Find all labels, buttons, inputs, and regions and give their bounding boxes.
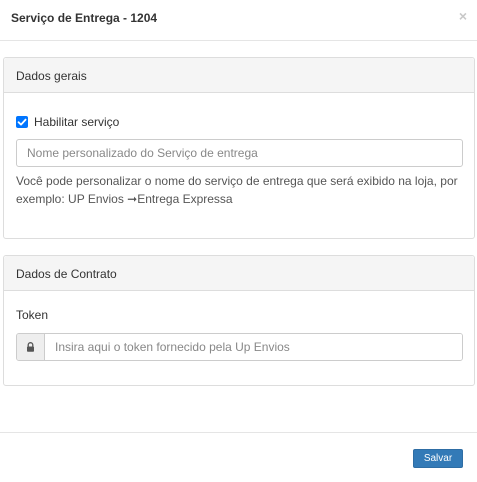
token-label: Token [16,308,49,322]
contract-data-heading: Dados de Contrato [4,256,474,291]
enable-service-checkbox[interactable] [16,116,28,128]
modal-title: Serviço de Entrega - 1204 [11,11,158,25]
lock-icon [17,334,45,360]
checkmark-icon [17,118,27,126]
modal-header: Serviço de Entrega - 1204 × [0,0,477,41]
save-button[interactable]: Salvar [413,449,463,468]
enable-service-label: Habilitar serviço [34,115,120,129]
enable-service-row[interactable]: Habilitar serviço [16,115,119,129]
general-data-heading: Dados gerais [4,58,474,93]
token-input-group [16,333,463,361]
general-data-panel: Dados gerais Habilitar serviço Você pode… [3,57,475,239]
service-name-input[interactable] [16,139,463,167]
footer-divider [0,432,477,433]
service-name-help-text: Você pode personalizar o nome do serviço… [16,174,458,206]
close-icon[interactable]: × [459,9,467,23]
token-input[interactable] [45,334,462,360]
delivery-service-modal: Serviço de Entrega - 1204 × Dados gerais… [0,0,477,482]
contract-data-panel: Dados de Contrato Token [3,255,475,386]
